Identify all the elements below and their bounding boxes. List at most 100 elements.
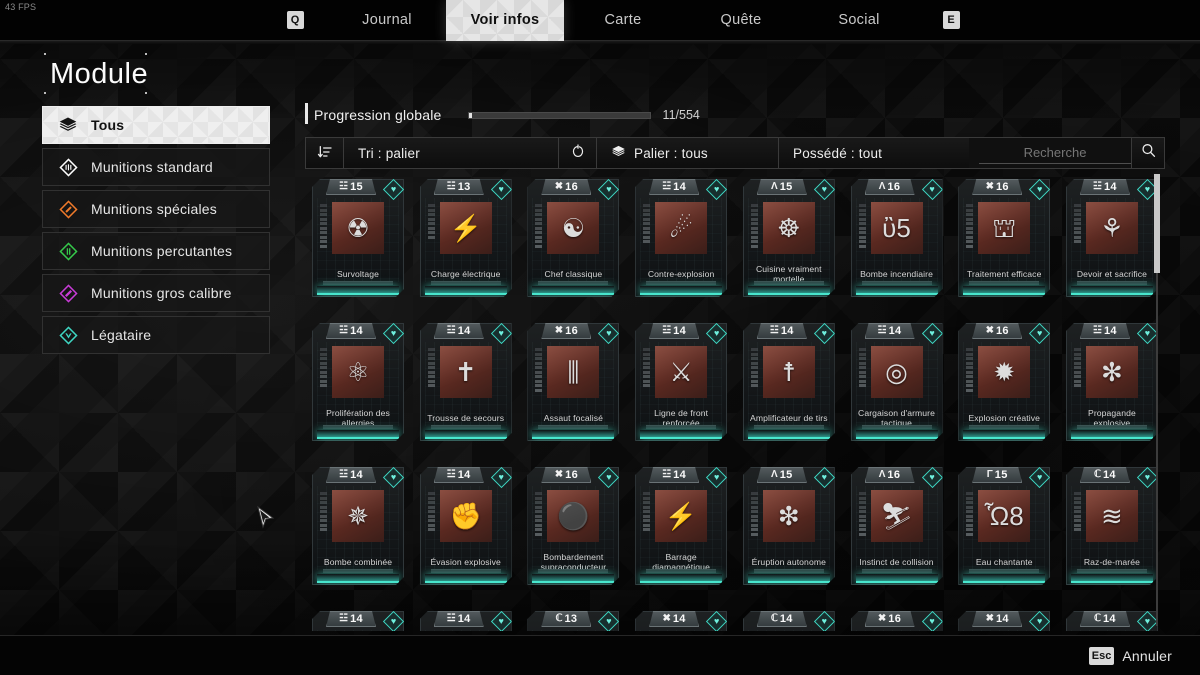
card-glow-bar <box>748 430 830 439</box>
module-card[interactable]: ✖ 16 ♥ ⫼ Assaut focalisé <box>527 323 619 441</box>
sort-direction-button[interactable] <box>306 138 344 168</box>
card-icon-glyph: ⚡ <box>664 501 698 531</box>
card-level-number: 16 <box>995 180 1009 193</box>
module-card[interactable]: ☳14♥⚔ <box>312 611 404 631</box>
scrollbar-thumb[interactable] <box>1154 174 1160 274</box>
search-button[interactable] <box>1131 138 1164 168</box>
owned-filter-button[interactable]: Possédé : tout <box>779 138 969 168</box>
module-card[interactable]: ℂ14♥⚛ <box>1066 611 1158 631</box>
card-ledge <box>862 569 932 573</box>
layers-icon <box>611 144 626 162</box>
sidebar-item-munitions-standard[interactable]: Munitions standard <box>42 148 270 186</box>
module-card[interactable]: ☳ 14 ♥ ✵ Bombe combinée <box>312 467 404 585</box>
module-card[interactable]: ✖ 16 ♥ ⛫ Traitement efficace <box>958 179 1050 297</box>
card-level-number: 14 <box>673 180 687 193</box>
card-ledge <box>323 281 393 285</box>
card-icon-glyph: ⚫ <box>557 501 590 531</box>
tab-quete[interactable]: Quête <box>682 0 800 41</box>
module-card[interactable]: ☳ 13 ♥ ⚡ Charge électrique <box>420 179 512 297</box>
tier-filter-button[interactable]: Palier : tous <box>597 138 779 168</box>
module-card[interactable]: ☳ 14 ♥ ✻ Propagande explosive <box>1066 323 1158 441</box>
card-glow-bar <box>963 430 1045 439</box>
tab-carte[interactable]: Carte <box>564 0 682 41</box>
sidebar-item-munitions-speciales[interactable]: Munitions spéciales <box>42 190 270 228</box>
card-ledge <box>431 281 501 285</box>
module-card[interactable]: ☳ 14 ♥ ✝ Trousse de secours <box>420 323 512 441</box>
module-card[interactable]: ℂ14♥☸ <box>743 611 835 631</box>
module-card[interactable]: ✖ 16 ♥ ☯ Chef classique <box>527 179 619 297</box>
search-input[interactable] <box>979 142 1131 164</box>
module-grid-viewport: ☳ 15 ♥ ☢ Survoltage ☳ 13 ♥ ⚡ Charge électrique ✖ 16… <box>305 179 1165 631</box>
sidebar-item-munitions-percutantes[interactable]: Munitions percutantes <box>42 232 270 270</box>
module-card[interactable]: ☳ 14 ♥ ⚘ Devoir et sacrifice <box>1066 179 1158 297</box>
card-level-number: 14 <box>673 324 687 337</box>
reset-filters-button[interactable] <box>559 138 597 168</box>
diamond-bars-icon <box>57 240 79 262</box>
card-level-badge: ☳ 14 <box>326 467 376 483</box>
card-level-segments <box>535 492 542 536</box>
nav-tab-list: Q Journal Voir infos Carte Quête Social … <box>262 0 984 41</box>
module-card[interactable]: Λ 16 ♥ ὒ5 Bombe incendiaire <box>851 179 943 297</box>
module-card[interactable]: ☳ 14 ♥ ⚡ Barrage diamagnétique <box>635 467 727 585</box>
sidebar-item-tous[interactable]: Tous <box>42 106 270 144</box>
module-card[interactable]: ✖ 16 ♥ ⚫ Bombardement supraconducteur <box>527 467 619 585</box>
search-field-wrap <box>969 138 1131 168</box>
card-icon-tile: ◎ <box>871 346 923 398</box>
module-panel: Progression globale 11/554 Tri : palier … <box>305 100 1165 631</box>
module-card[interactable]: Λ 15 ♥ ☸ Cuisine vraiment mortelle <box>743 179 835 297</box>
tab-journal[interactable]: Journal <box>328 0 446 41</box>
page-title: Module <box>50 58 149 90</box>
module-card[interactable]: Λ 15 ♥ ❇ Éruption autonome <box>743 467 835 585</box>
card-icon-glyph: ⚘ <box>1100 213 1124 243</box>
title-corner-dot <box>44 92 46 94</box>
tab-social[interactable]: Social <box>800 0 918 41</box>
card-level-number: 14 <box>457 468 471 481</box>
module-card[interactable]: ☳ 14 ♥ ☨ Amplificateur de tirs <box>743 323 835 441</box>
sidebar-item-munitions-gros-calibre[interactable]: Munitions gros calibre <box>42 274 270 312</box>
game-screen: 43 FPS Q Journal Voir infos Carte Quête … <box>0 0 1200 675</box>
module-card[interactable]: ✖16♥☽ <box>851 611 943 631</box>
card-level-number: 14 <box>457 612 471 625</box>
grid-scrollbar[interactable] <box>1154 174 1160 626</box>
card-level-number: 14 <box>779 612 793 625</box>
module-card[interactable]: ✖14♥♅ <box>958 611 1050 631</box>
module-card[interactable]: ☳ 14 ♥ ⚔ Ligne de front renforcée <box>635 323 727 441</box>
module-card[interactable]: Λ 16 ♥ ⛷ Instinct de collision <box>851 467 943 585</box>
card-level-badge: ✖ 16 <box>972 179 1022 195</box>
card-tier-symbol: ✖ <box>554 181 564 192</box>
card-level-number: 16 <box>995 324 1009 337</box>
card-level-badge: Λ 16 <box>865 467 915 483</box>
sidebar-item-legataire[interactable]: Légataire <box>42 316 270 354</box>
card-icon-tile: ⚛ <box>332 346 384 398</box>
module-card[interactable]: ☳ 15 ♥ ☢ Survoltage <box>312 179 404 297</box>
nav-next-key[interactable]: E <box>918 11 984 29</box>
module-card[interactable]: ℂ13♥◔ <box>527 611 619 631</box>
card-ledge <box>862 425 932 429</box>
module-card[interactable]: ✖ 16 ♥ ✹ Explosion créative <box>958 323 1050 441</box>
card-level-number: 14 <box>1102 612 1116 625</box>
module-card[interactable]: ✖14♥⚗ <box>635 611 727 631</box>
module-card[interactable]: ℂ 14 ♥ ≋ Raz-de-marée <box>1066 467 1158 585</box>
module-card[interactable]: ☳ 14 ♥ ✊ Évasion explosive <box>420 467 512 585</box>
card-level-badge: ℂ 14 <box>1080 611 1130 627</box>
module-card[interactable]: ☳ 14 ♥ ☄ Contre-explosion <box>635 179 727 297</box>
card-rarity-icon: ♥ <box>925 182 940 197</box>
card-level-number: 13 <box>564 612 578 625</box>
global-progress: Progression globale 11/554 <box>305 100 1165 130</box>
card-ledge <box>323 569 393 573</box>
card-level-badge: ℂ 14 <box>1080 467 1130 483</box>
card-tier-symbol: ✖ <box>985 613 994 624</box>
card-level-segments <box>428 348 435 387</box>
module-card[interactable]: ☳ 14 ♥ ⚛ Prolifération des allergies <box>312 323 404 441</box>
cancel-action[interactable]: Esc Annuler <box>1088 646 1172 665</box>
card-tier-symbol: ☳ <box>339 613 349 624</box>
module-card[interactable]: ☳14♥❃ <box>420 611 512 631</box>
module-card[interactable]: ☳ 14 ♥ ◎ Cargaison d'armure tactique <box>851 323 943 441</box>
card-level-segments <box>859 204 866 248</box>
tab-voir-infos[interactable]: Voir infos <box>446 0 564 41</box>
module-card[interactable]: Γ 15 ♥ Ὧ8 Eau chantante <box>958 467 1050 585</box>
card-icon-tile: ☸ <box>763 202 815 254</box>
nav-prev-key[interactable]: Q <box>262 11 328 29</box>
sort-mode-button[interactable]: Tri : palier <box>344 138 559 168</box>
card-icon-glyph: ὒ5 <box>882 213 911 243</box>
